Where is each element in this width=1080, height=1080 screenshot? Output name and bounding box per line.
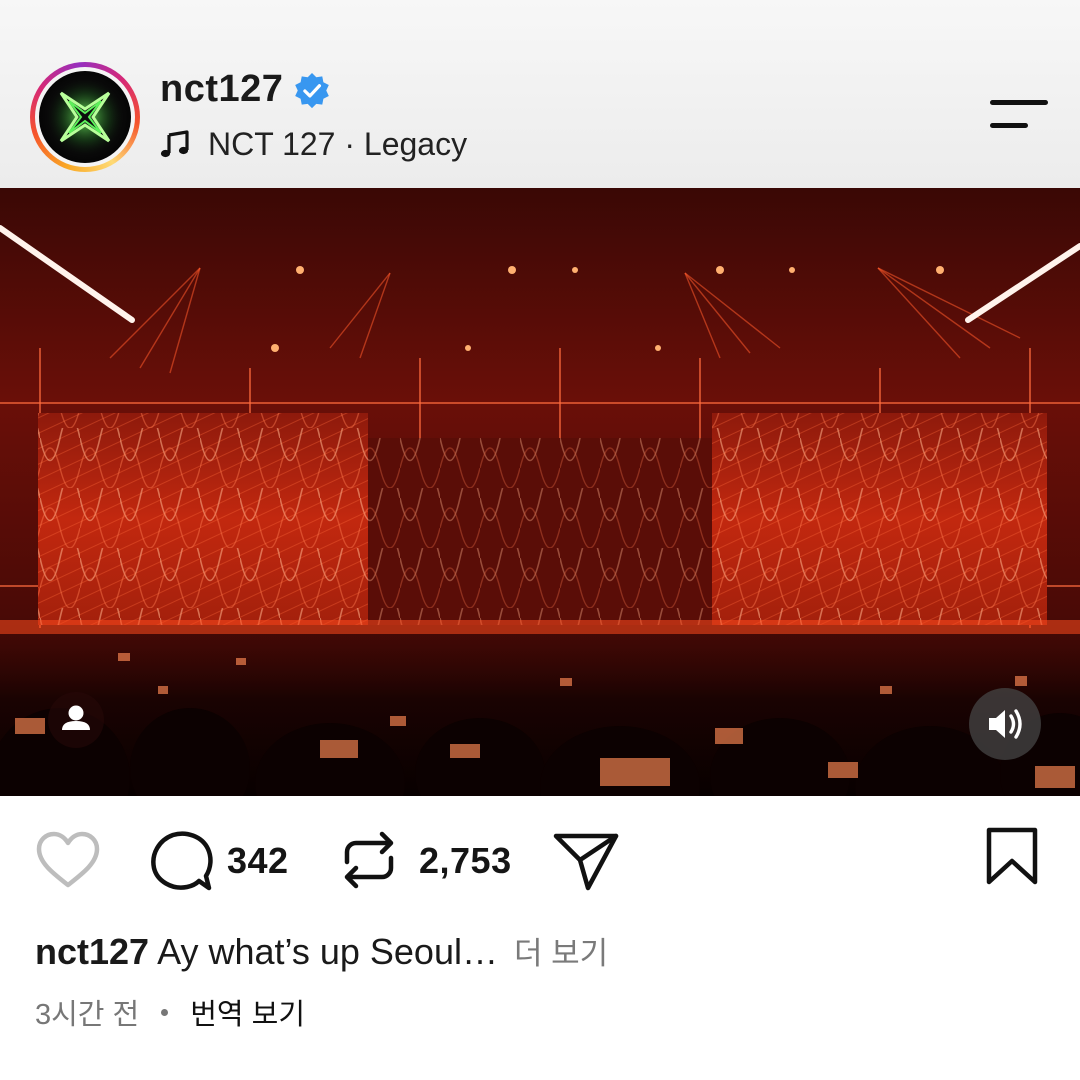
post-timestamp: 3시간 전 <box>35 999 140 1031</box>
heart-icon[interactable] <box>34 830 102 890</box>
repost-icon[interactable] <box>340 828 398 892</box>
post-meta: 3시간 전 번역 보기 <box>35 992 305 1032</box>
music-track-label: NCT 127 · Legacy <box>208 125 468 162</box>
tagged-users-button[interactable] <box>48 692 104 748</box>
share-icon[interactable] <box>552 830 620 892</box>
user-tag-icon <box>62 705 90 730</box>
nct-logo-icon <box>45 77 125 157</box>
music-attribution[interactable]: NCT 127 · Legacy <box>160 124 467 164</box>
translate-link[interactable]: 번역 보기 <box>190 991 305 1033</box>
bookmark-icon[interactable] <box>984 826 1040 886</box>
caption-username[interactable]: nct127 <box>35 931 149 972</box>
comment-icon[interactable] <box>148 828 214 892</box>
concert-stage-image <box>0 188 1080 796</box>
post-actions: 342 2,753 <box>0 796 1080 916</box>
verified-badge-icon <box>295 72 329 109</box>
music-note-icon <box>160 130 189 158</box>
avatar-story-ring[interactable] <box>30 62 140 172</box>
avatar[interactable] <box>39 71 131 163</box>
speaker-icon <box>989 709 1022 739</box>
more-link[interactable]: 더 보기 <box>514 936 608 971</box>
menu-icon[interactable] <box>986 98 1050 138</box>
repost-count: 2,753 <box>419 840 512 881</box>
separator-dot <box>161 1008 169 1016</box>
post-caption: nct127 Ay what’s up Seoul… 더 보기 <box>35 928 608 973</box>
caption-text: Ay what’s up Seoul… <box>157 931 498 972</box>
post-header: nct127 NCT 127 · Legacy <box>0 0 1080 188</box>
audio-toggle-button[interactable] <box>969 688 1041 760</box>
comment-count: 342 <box>227 840 289 881</box>
post-video[interactable] <box>0 188 1080 796</box>
username[interactable]: nct127 <box>160 68 283 111</box>
